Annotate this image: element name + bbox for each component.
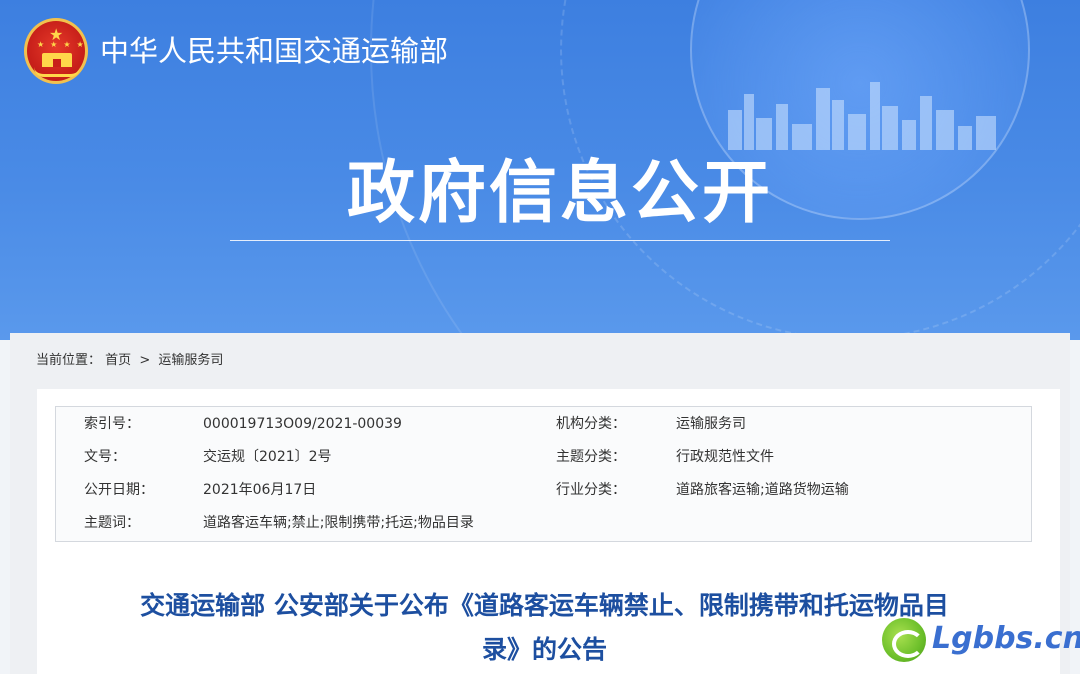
meta-value: 行政规范性文件 — [676, 449, 774, 465]
meta-row: 文号： 交运规〔2021〕2号 主题分类： 行政规范性文件 — [56, 440, 1031, 473]
meta-value: 2021年06月17日 — [203, 482, 317, 498]
breadcrumb-label: 当前位置： — [36, 353, 102, 368]
meta-key: 主题分类： — [556, 449, 626, 465]
meta-value: 运输服务司 — [676, 416, 746, 432]
lgbbs-logo-icon — [882, 618, 926, 662]
watermark: Lgbbs.cn — [882, 616, 1080, 664]
national-emblem-icon: ★ ★★★★ — [24, 18, 88, 84]
meta-key: 行业分类： — [556, 482, 626, 498]
meta-row: 索引号： 000019713O09/2021-00039 机构分类： 运输服务司 — [56, 407, 1031, 440]
meta-key: 索引号： — [84, 416, 140, 432]
title-divider — [230, 240, 890, 241]
header-banner: ★ ★★★★ 中华人民共和国交通运输部 政府信息公开 — [0, 0, 1080, 340]
meta-key: 机构分类： — [556, 416, 626, 432]
document-metadata-table: 索引号： 000019713O09/2021-00039 机构分类： 运输服务司… — [55, 406, 1032, 542]
city-skyline-icon — [728, 82, 996, 150]
wreath-icon — [34, 67, 80, 77]
meta-row: 主题词： 道路客运车辆;禁止;限制携带;托运;物品目录 — [56, 506, 1031, 539]
meta-row: 公开日期： 2021年06月17日 行业分类： 道路旅客运输;道路货物运输 — [56, 473, 1031, 506]
meta-value: 道路旅客运输;道路货物运输 — [676, 482, 849, 498]
meta-key: 公开日期： — [84, 482, 154, 498]
meta-value: 道路客运车辆;禁止;限制携带;托运;物品目录 — [203, 515, 474, 531]
breadcrumb-separator: > — [139, 353, 151, 368]
breadcrumb-current-link[interactable]: 运输服务司 — [158, 353, 223, 368]
meta-value: 000019713O09/2021-00039 — [203, 416, 402, 432]
meta-key: 文号： — [84, 449, 126, 465]
tiananmen-icon — [42, 53, 72, 67]
breadcrumb-home-link[interactable]: 首页 — [105, 353, 131, 368]
meta-key: 主题词： — [84, 515, 140, 531]
star-icon: ★★★★ — [37, 40, 90, 49]
org-name[interactable]: 中华人民共和国交通运输部 — [100, 31, 448, 71]
meta-value: 交运规〔2021〕2号 — [203, 449, 332, 465]
breadcrumb: 当前位置： 首页 > 运输服务司 — [36, 352, 223, 370]
section-title: 政府信息公开 — [346, 154, 773, 233]
watermark-text: Lgbbs.cn — [932, 621, 1080, 656]
